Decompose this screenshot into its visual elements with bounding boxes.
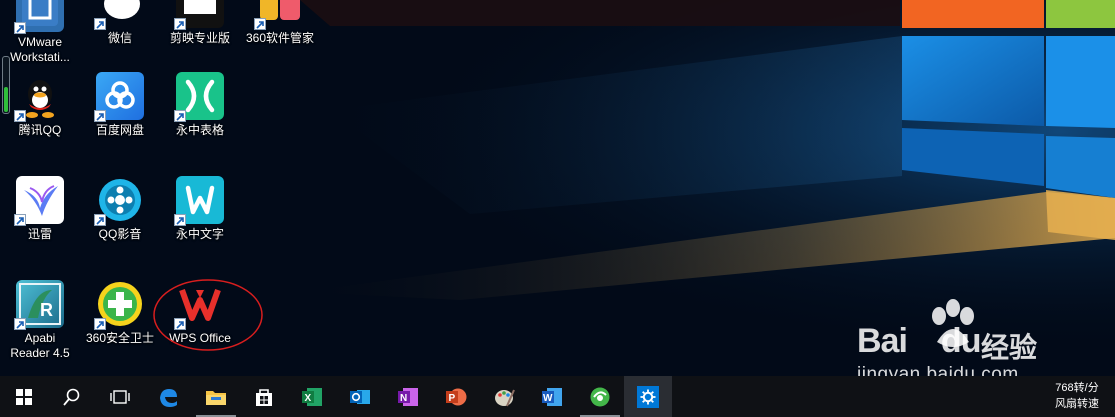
start-icon [16, 388, 32, 405]
taskbar-paint[interactable] [480, 376, 528, 417]
shortcut-arrow-icon [14, 22, 26, 34]
qq-video-icon [94, 176, 144, 226]
desktop-icon-jianying[interactable]: 剪映专业版 [160, 0, 240, 72]
qq-icon [14, 72, 64, 122]
shortcut-arrow-icon [174, 110, 186, 122]
svg-text:R: R [40, 300, 53, 320]
desktop-icon-label: 永中文字 [175, 227, 224, 241]
outlook-icon [350, 389, 370, 404]
taskbar-store[interactable] [240, 376, 288, 417]
360-security-icon [94, 280, 144, 330]
shortcut-arrow-icon [94, 110, 106, 122]
desktop-icon-label: 360安全卫士 [85, 331, 155, 345]
baidu-jingyan-watermark: Bai du 经验 jingyan.baidu.com [835, 292, 1070, 388]
taskbar-edge[interactable] [144, 376, 192, 417]
desktop-icon-label: 腾讯QQ [18, 123, 62, 137]
shortcut-arrow-icon [254, 18, 266, 30]
watermark-cn-text: 经验 [981, 331, 1038, 364]
shortcut-arrow-icon [174, 318, 186, 330]
paint-icon [495, 389, 515, 406]
apabi-reader-icon: R [14, 280, 64, 330]
desktop-icon-label: QQ影音 [98, 227, 142, 241]
desktop-icon-label: 百度网盘 [95, 123, 144, 137]
taskbar-word[interactable]: W [528, 376, 576, 417]
desktop-icon-baidu-netdisk[interactable]: 百度网盘 [80, 68, 160, 164]
taskbar-browser[interactable] [576, 376, 624, 417]
shortcut-arrow-icon [174, 214, 186, 226]
desktop-icon-label: VMware Workstati... [10, 35, 70, 64]
onenote-icon: N [398, 387, 418, 406]
xunlei-icon [14, 176, 64, 226]
svg-text:N: N [400, 393, 407, 404]
baidu-netdisk-icon [94, 72, 144, 122]
shortcut-arrow-icon [94, 214, 106, 226]
search-button[interactable] [48, 376, 96, 417]
taskbar-settings[interactable] [624, 376, 672, 417]
jianying-icon [174, 0, 224, 30]
wechat-icon [94, 0, 144, 30]
desktop-icon-360-software[interactable]: 360软件管家 [240, 0, 320, 72]
desktop-icon-apabi-reader[interactable]: R Apabi Reader 4.5 [0, 276, 80, 372]
shortcut-arrow-icon [14, 110, 26, 122]
word-icon: W [542, 387, 562, 406]
desktop-icon-label: 剪映专业版 [169, 31, 230, 45]
yozo-sheet-icon [174, 72, 224, 122]
wps-office-icon [174, 280, 224, 330]
shortcut-arrow-icon [94, 18, 106, 30]
fan-speed-value: 768转/分 [1055, 382, 1099, 394]
taskbar-onenote[interactable]: N [384, 376, 432, 417]
start-button[interactable] [0, 376, 48, 417]
taskbar-file-explorer[interactable] [192, 376, 240, 417]
edge-icon [160, 388, 177, 407]
taskbar-excel[interactable]: X [288, 376, 336, 417]
yozo-writer-icon [174, 176, 224, 226]
desktop-icon-360-security[interactable]: 360安全卫士 [80, 276, 160, 372]
task-view-icon [110, 389, 130, 404]
fan-speed-widget[interactable]: 768转/分 风扇转速 [1045, 380, 1109, 414]
svg-text:X: X [305, 393, 312, 404]
desktop-icon-yozo-writer[interactable]: 永中文字 [160, 172, 240, 268]
desktop-icon-yozo-sheet[interactable]: 永中表格 [160, 68, 240, 164]
svg-text:W: W [543, 393, 553, 404]
file-explorer-icon [206, 390, 226, 405]
desktop-icon-qq-video[interactable]: QQ影音 [80, 172, 160, 268]
desktop-icon-label: 迅雷 [27, 227, 52, 241]
taskbar-powerpoint[interactable]: P [432, 376, 480, 417]
shortcut-arrow-icon [174, 18, 186, 30]
desktop-icon-xunlei[interactable]: 迅雷 [0, 172, 80, 268]
watermark-logo-text: Bai du [857, 322, 981, 360]
shortcut-arrow-icon [94, 318, 106, 330]
desktop-icon-label: WPS Office [169, 331, 231, 345]
desktop-icon-wechat[interactable]: 微信 [80, 0, 160, 72]
powerpoint-icon: P [446, 388, 467, 405]
360-software-manager-icon [254, 0, 304, 30]
taskbar-outlook[interactable] [336, 376, 384, 417]
desktop-icon-wps-office[interactable]: WPS Office [160, 276, 240, 372]
vmware-icon [14, 0, 64, 34]
desktop-icon-label: Apabi Reader 4.5 [10, 331, 70, 360]
shortcut-arrow-icon [14, 318, 26, 330]
taskbar: X N P W 768转/分 风扇转速 [0, 376, 1115, 417]
desktop-icon-qq[interactable]: 腾讯QQ [0, 68, 80, 164]
shortcut-arrow-icon [14, 214, 26, 226]
store-icon [256, 388, 272, 406]
svg-text:P: P [449, 393, 456, 404]
desktop-icon-label: 360软件管家 [245, 31, 315, 45]
settings-icon [637, 385, 659, 408]
desktop-icon-vmware[interactable]: VMware Workstati... [0, 0, 80, 76]
task-view-button[interactable] [96, 376, 144, 417]
fan-speed-label: 风扇转速 [1055, 398, 1099, 410]
desktop-icon-label: 永中表格 [175, 123, 224, 137]
excel-icon: X [302, 387, 322, 406]
desktop-icon-label: 微信 [107, 31, 132, 45]
browser-icon [590, 387, 610, 406]
search-icon [63, 388, 80, 406]
